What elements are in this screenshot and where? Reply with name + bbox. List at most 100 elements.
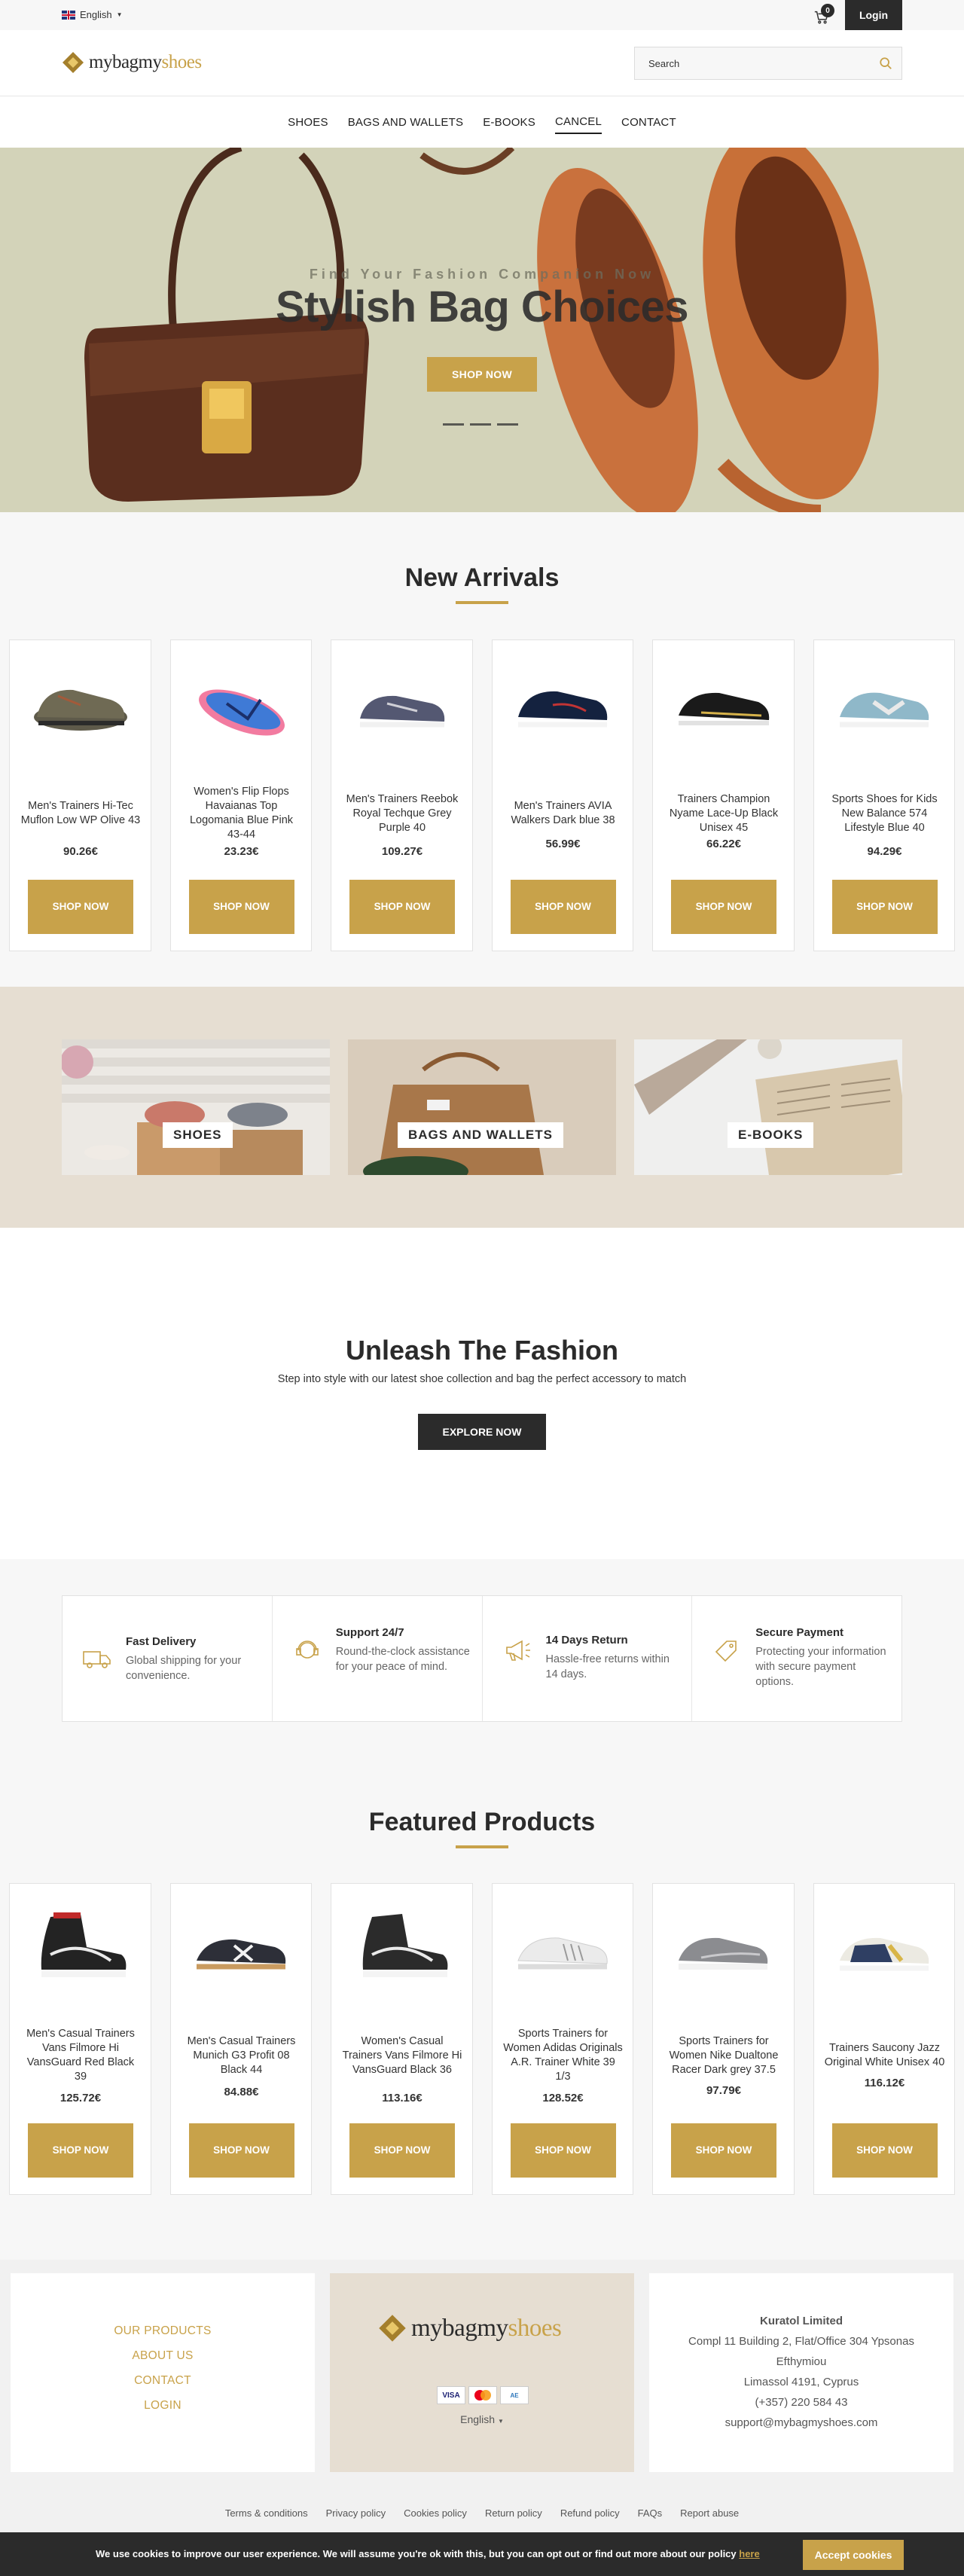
product-name[interactable]: Women's Casual Trainers Vans Filmore Hi … bbox=[342, 2027, 462, 2084]
legal-link-return[interactable]: Return policy bbox=[485, 2507, 542, 2519]
shop-now-button[interactable]: SHOP NOW bbox=[28, 880, 133, 934]
product-card[interactable]: Men's Trainers AVIA Walkers Dark blue 38… bbox=[491, 639, 633, 951]
shop-now-button[interactable]: SHOP NOW bbox=[510, 880, 616, 934]
nav-e-books[interactable]: E-BOOKS bbox=[483, 111, 535, 133]
shop-now-button[interactable]: SHOP NOW bbox=[28, 2123, 133, 2178]
product-image[interactable] bbox=[349, 1902, 455, 2000]
slider-dot[interactable] bbox=[443, 423, 464, 426]
product-name[interactable]: Men's Trainers Hi-Tec Muflon Low WP Oliv… bbox=[20, 785, 141, 842]
product-image[interactable] bbox=[28, 1902, 133, 2000]
language-selector[interactable]: English ▼ bbox=[62, 9, 123, 20]
product-name[interactable]: Men's Casual Trainers Vans Filmore Hi Va… bbox=[20, 2027, 141, 2084]
footer-language-selector[interactable]: English ▼ bbox=[330, 2413, 634, 2425]
product-image[interactable] bbox=[511, 658, 616, 756]
product-name[interactable]: Women's Flip Flops Havaianas Top Logoman… bbox=[182, 785, 302, 842]
product-image[interactable] bbox=[511, 1902, 616, 2000]
product-name[interactable]: Men's Casual Trainers Munich G3 Profit 0… bbox=[182, 2027, 302, 2084]
product-image[interactable] bbox=[189, 1902, 294, 2000]
shop-now-button[interactable]: SHOP NOW bbox=[188, 2123, 294, 2178]
shop-now-button[interactable]: SHOP NOW bbox=[831, 2123, 938, 2178]
site-logo[interactable]: mybagmyshoes bbox=[62, 47, 202, 78]
accept-cookies-button[interactable]: Accept cookies bbox=[803, 2540, 904, 2570]
hero-subtitle: Find Your Fashion Companion Now bbox=[309, 267, 655, 282]
product-card[interactable]: Men's Casual Trainers Munich G3 Profit 0… bbox=[169, 1883, 312, 2195]
login-button[interactable]: Login bbox=[845, 0, 902, 30]
legal-link-refund[interactable]: Refund policy bbox=[560, 2507, 620, 2519]
category-ebooks-tile[interactable]: E-BOOKS bbox=[634, 1039, 902, 1175]
footer-logo[interactable]: mybagmyshoes bbox=[378, 2314, 562, 2343]
category-shoes-tile[interactable]: SHOES bbox=[62, 1039, 330, 1175]
site-footer: OUR PRODUCTS ABOUT US CONTACT LOGIN myba… bbox=[0, 2260, 964, 2493]
hero-banner: Find Your Fashion Companion Now Stylish … bbox=[0, 148, 964, 512]
search-box bbox=[634, 47, 902, 80]
product-card[interactable]: Sports Trainers for Women Adidas Origina… bbox=[491, 1883, 633, 2195]
product-card[interactable]: Women's Flip Flops Havaianas Top Logoman… bbox=[169, 639, 312, 951]
product-card[interactable]: Sports Shoes for Kids New Balance 574 Li… bbox=[813, 639, 955, 951]
product-price: 125.72€ bbox=[59, 2092, 102, 2104]
legal-link-cookies[interactable]: Cookies policy bbox=[404, 2507, 467, 2519]
product-card[interactable]: Trainers Champion Nyame Lace-Up Black Un… bbox=[652, 639, 795, 951]
legal-link-report-abuse[interactable]: Report abuse bbox=[680, 2507, 739, 2519]
product-name[interactable]: Trainers Champion Nyame Lace-Up Black Un… bbox=[664, 785, 784, 842]
cart-button[interactable]: 0 bbox=[813, 4, 834, 26]
footer-link-our-products[interactable]: OUR PRODUCTS bbox=[11, 2318, 315, 2343]
email-address[interactable]: support@mybagmyshoes.com bbox=[649, 2413, 953, 2433]
product-image[interactable] bbox=[349, 658, 455, 756]
search-icon[interactable] bbox=[879, 56, 892, 70]
new-arrivals-grid: Men's Trainers Hi-Tec Muflon Low WP Oliv… bbox=[9, 639, 955, 951]
product-price: 90.26€ bbox=[63, 845, 98, 858]
nav-bags-and-wallets[interactable]: BAGS AND WALLETS bbox=[348, 111, 464, 133]
product-card[interactable]: Women's Casual Trainers Vans Filmore Hi … bbox=[331, 1883, 473, 2195]
shop-now-button[interactable]: SHOP NOW bbox=[671, 2123, 776, 2178]
cookie-policy-link[interactable]: here bbox=[739, 2548, 759, 2559]
product-image[interactable] bbox=[671, 658, 776, 756]
shoe-black-icon bbox=[679, 692, 770, 725]
feature-support: Support 24/7 Round-the-clock assistance … bbox=[273, 1596, 483, 1721]
product-card[interactable]: Men's Trainers Reebok Royal Techque Grey… bbox=[331, 639, 473, 951]
phone-number[interactable]: (+357) 220 584 43 bbox=[649, 2392, 953, 2413]
product-name[interactable]: Trainers Saucony Jazz Original White Uni… bbox=[825, 2027, 945, 2084]
shop-now-button[interactable]: SHOP NOW bbox=[671, 880, 776, 934]
product-name[interactable]: Sports Trainers for Women Nike Dualtone … bbox=[664, 2027, 784, 2084]
product-name[interactable]: Men's Trainers AVIA Walkers Dark blue 38 bbox=[503, 785, 624, 842]
slider-dot[interactable] bbox=[470, 423, 491, 426]
category-bags-tile[interactable]: BAGS AND WALLETS bbox=[348, 1039, 616, 1175]
nav-contact[interactable]: CONTACT bbox=[621, 111, 676, 133]
product-image[interactable] bbox=[28, 658, 133, 756]
hero-shop-now-button[interactable]: SHOP NOW bbox=[427, 357, 537, 392]
logo-text: mybagmyshoes bbox=[411, 2314, 562, 2342]
feature-title: 14 Days Return bbox=[545, 1634, 628, 1647]
product-price: 97.79€ bbox=[706, 2084, 741, 2097]
product-image[interactable] bbox=[671, 1902, 776, 2000]
product-image[interactable] bbox=[832, 1902, 938, 2000]
product-card[interactable]: Sports Trainers for Women Nike Dualtone … bbox=[652, 1883, 795, 2195]
uk-flag-icon bbox=[62, 10, 75, 20]
shop-now-button[interactable]: SHOP NOW bbox=[510, 2123, 616, 2178]
product-price: 56.99€ bbox=[545, 838, 581, 850]
product-name[interactable]: Men's Trainers Reebok Royal Techque Grey… bbox=[342, 785, 462, 842]
shop-now-button[interactable]: SHOP NOW bbox=[349, 2123, 455, 2178]
search-input[interactable] bbox=[635, 47, 868, 79]
legal-link-faqs[interactable]: FAQs bbox=[638, 2507, 663, 2519]
product-image[interactable] bbox=[832, 658, 938, 756]
explore-now-button[interactable]: EXPLORE NOW bbox=[418, 1414, 546, 1450]
shop-now-button[interactable]: SHOP NOW bbox=[349, 880, 455, 934]
product-card[interactable]: Trainers Saucony Jazz Original White Uni… bbox=[813, 1883, 955, 2195]
nav-cancel[interactable]: CANCEL bbox=[554, 111, 602, 134]
footer-link-contact[interactable]: CONTACT bbox=[11, 2368, 315, 2393]
product-name[interactable]: Sports Trainers for Women Adidas Origina… bbox=[503, 2027, 624, 2084]
footer-link-about-us[interactable]: ABOUT US bbox=[11, 2343, 315, 2368]
product-card[interactable]: Men's Casual Trainers Vans Filmore Hi Va… bbox=[9, 1883, 151, 2195]
footer-link-login[interactable]: LOGIN bbox=[11, 2393, 315, 2418]
tag-icon bbox=[712, 1638, 742, 1665]
shop-now-button[interactable]: SHOP NOW bbox=[188, 880, 294, 934]
legal-link-privacy[interactable]: Privacy policy bbox=[326, 2507, 386, 2519]
product-card[interactable]: Men's Trainers Hi-Tec Muflon Low WP Oliv… bbox=[9, 639, 151, 951]
product-name[interactable]: Sports Shoes for Kids New Balance 574 Li… bbox=[825, 785, 945, 842]
hightop-black-red-icon bbox=[41, 1912, 127, 1977]
shop-now-button[interactable]: SHOP NOW bbox=[831, 880, 938, 934]
nav-shoes[interactable]: SHOES bbox=[288, 111, 328, 133]
slider-dot[interactable] bbox=[497, 423, 518, 426]
legal-link-terms[interactable]: Terms & conditions bbox=[225, 2507, 308, 2519]
product-image[interactable] bbox=[189, 658, 294, 756]
